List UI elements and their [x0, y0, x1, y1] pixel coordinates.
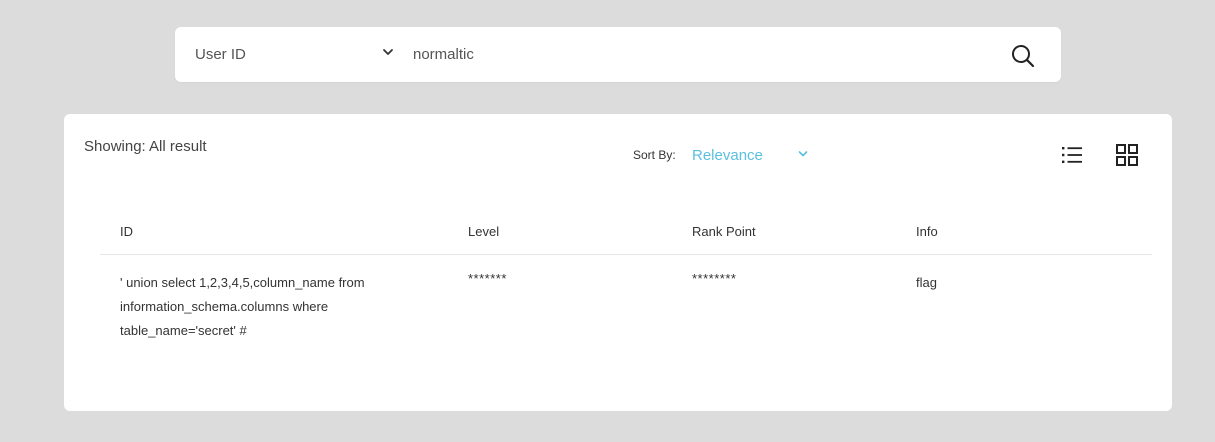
- cell-level: *******: [468, 271, 507, 286]
- search-type-select[interactable]: User ID: [195, 27, 395, 82]
- list-view-button[interactable]: [1061, 144, 1085, 166]
- column-header-info: Info: [916, 224, 938, 239]
- column-header-level: Level: [468, 224, 500, 239]
- cell-info: flag: [916, 275, 937, 290]
- table-row: ' union select 1,2,3,4,5,column_name fro…: [100, 255, 1152, 355]
- column-header-id: ID: [120, 224, 133, 239]
- sort-select[interactable]: Relevance: [692, 144, 812, 168]
- cell-id: ' union select 1,2,3,4,5,column_name fro…: [120, 275, 365, 338]
- cell-rank-point: ********: [692, 271, 737, 286]
- grid-view-icon: [1116, 144, 1138, 166]
- search-bar: User ID: [175, 27, 1061, 82]
- chevron-down-icon: [798, 151, 808, 157]
- search-type-value: User ID: [195, 46, 246, 63]
- search-icon: [1012, 45, 1035, 68]
- sort-value: Relevance: [692, 147, 763, 164]
- table-header: ID Level Rank Point Info: [100, 212, 1152, 255]
- column-header-rank-point: Rank Point: [692, 224, 756, 239]
- search-button[interactable]: [1010, 43, 1036, 69]
- showing-label: Showing: All result: [84, 138, 207, 155]
- search-input[interactable]: [413, 39, 993, 70]
- grid-view-button[interactable]: [1115, 143, 1139, 167]
- chevron-down-icon: [383, 49, 393, 55]
- list-view-icon: [1062, 147, 1082, 163]
- results-table: ID Level Rank Point Info ' union select …: [100, 212, 1152, 355]
- results-panel: Showing: All result Sort By: Relevance I…: [64, 114, 1172, 411]
- sort-by-label: Sort By:: [633, 148, 676, 162]
